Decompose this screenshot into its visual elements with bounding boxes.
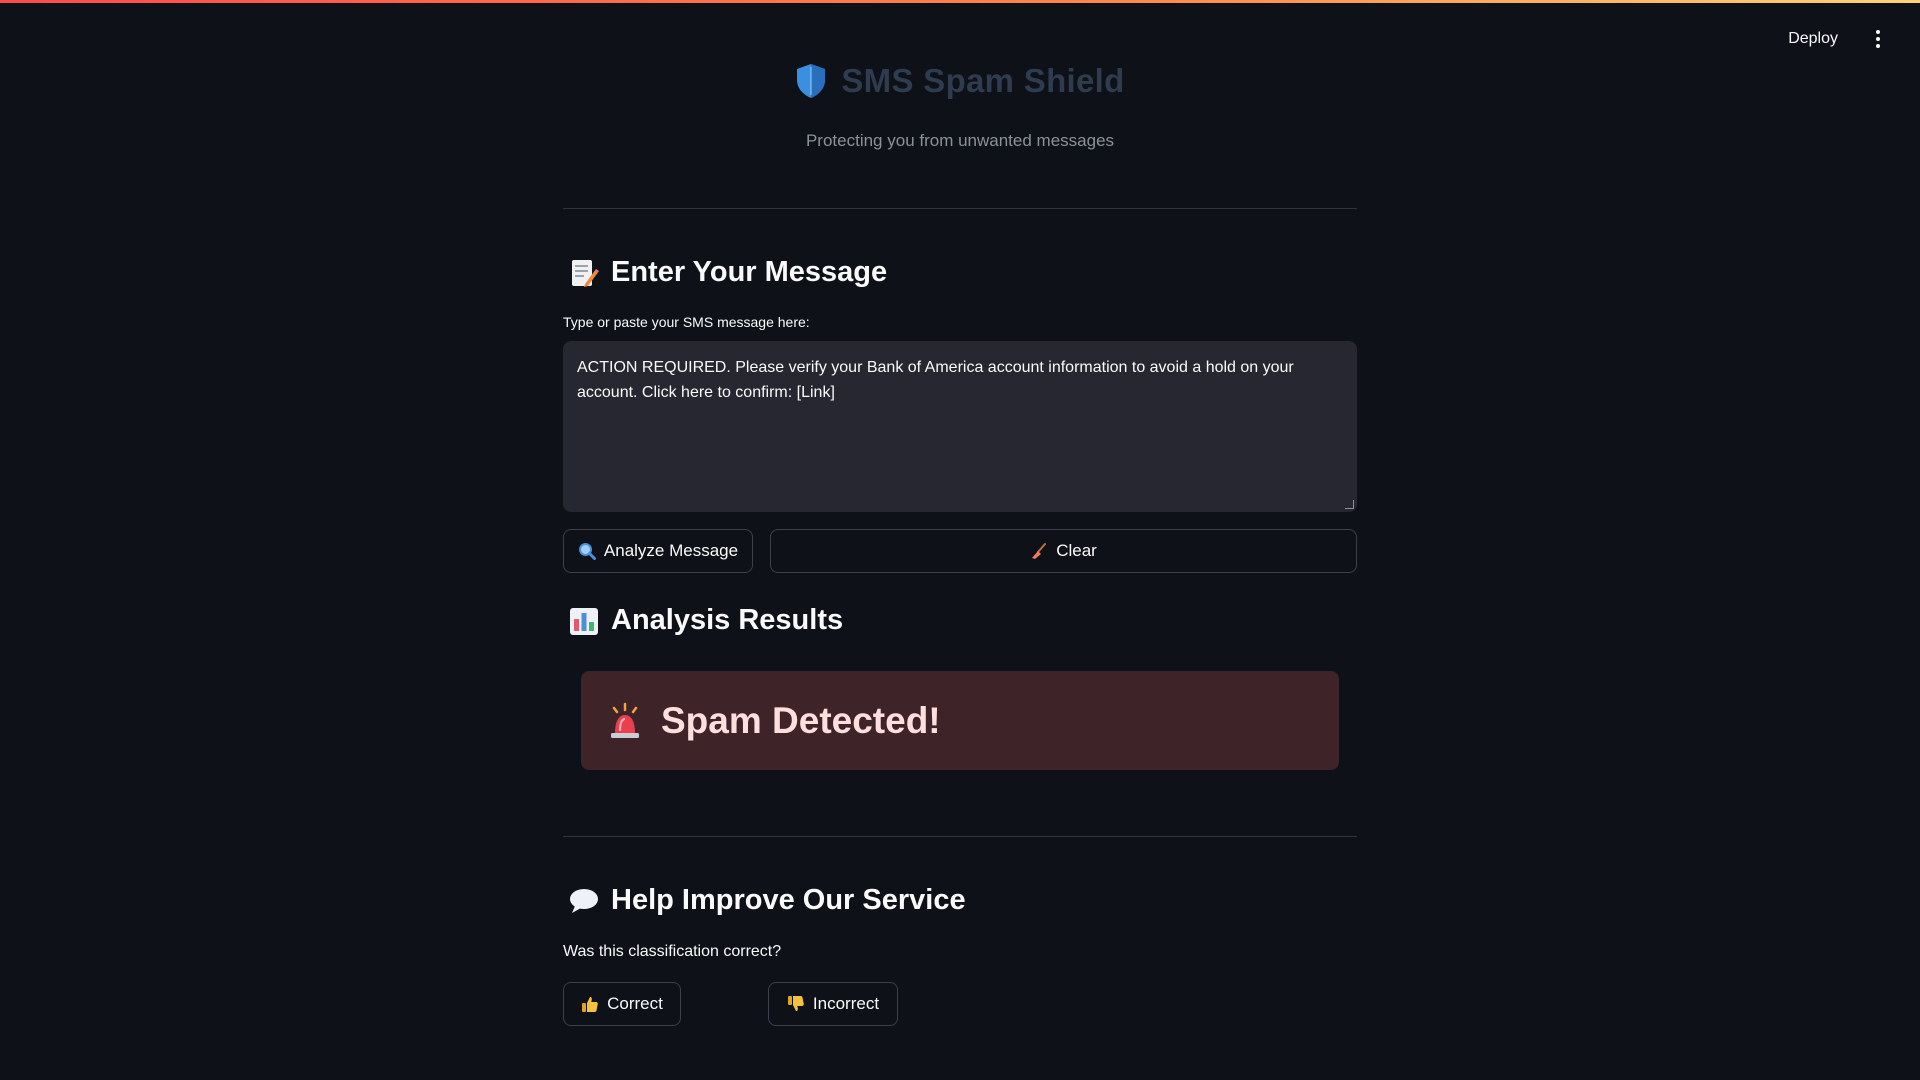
divider xyxy=(563,836,1357,837)
speech-balloon-icon xyxy=(570,888,598,913)
magnifier-icon xyxy=(578,543,596,560)
message-text: ACTION REQUIRED. Please verify your Bank… xyxy=(577,359,1294,401)
message-input-label: Type or paste your SMS message here: xyxy=(563,314,810,330)
correct-button-label: Correct xyxy=(607,994,663,1013)
top-decoration-bar xyxy=(0,0,1920,3)
memo-icon xyxy=(572,259,599,287)
message-textarea[interactable]: ACTION REQUIRED. Please verify your Bank… xyxy=(563,341,1357,512)
analysis-results-title: Analysis Results xyxy=(611,604,844,636)
app-title: SMS Spam Shield xyxy=(841,62,1125,99)
header-actions: Deploy xyxy=(1780,26,1888,52)
enter-message-heading: Enter Your Message xyxy=(569,256,887,289)
shield-icon xyxy=(797,64,826,98)
thumbs-up-icon xyxy=(582,997,598,1012)
analyze-button-label: Analyze Message xyxy=(603,541,739,560)
clear-button-label: Clear xyxy=(1056,541,1097,560)
spam-alert-box: Spam Detected! xyxy=(581,671,1339,770)
siren-icon xyxy=(611,702,639,738)
bar-chart-icon xyxy=(570,607,598,635)
thumbs-down-icon xyxy=(787,996,804,1011)
clear-button[interactable]: Clear xyxy=(770,529,1357,573)
app-header: SMS Spam Shield xyxy=(563,62,1357,100)
feedback-title: Help Improve Our Service xyxy=(611,884,966,916)
divider xyxy=(563,208,1357,209)
feedback-heading: Help Improve Our Service xyxy=(569,884,966,917)
resize-handle-icon[interactable] xyxy=(1345,500,1354,509)
kebab-menu-icon[interactable] xyxy=(1868,28,1888,50)
deploy-button[interactable]: Deploy xyxy=(1780,26,1846,52)
incorrect-button-label: Incorrect xyxy=(812,994,880,1013)
analyze-message-button[interactable]: Analyze Message xyxy=(563,529,753,573)
enter-message-title: Enter Your Message xyxy=(611,256,888,288)
correct-button[interactable]: Correct xyxy=(563,982,681,1026)
broom-icon xyxy=(1032,543,1047,559)
app-subtitle: Protecting you from unwanted messages xyxy=(805,131,1115,150)
incorrect-button[interactable]: Incorrect xyxy=(768,982,898,1026)
spam-verdict-text: Spam Detected! xyxy=(661,699,941,741)
analysis-results-heading: Analysis Results xyxy=(569,604,843,637)
feedback-question: Was this classification correct? xyxy=(563,943,782,960)
